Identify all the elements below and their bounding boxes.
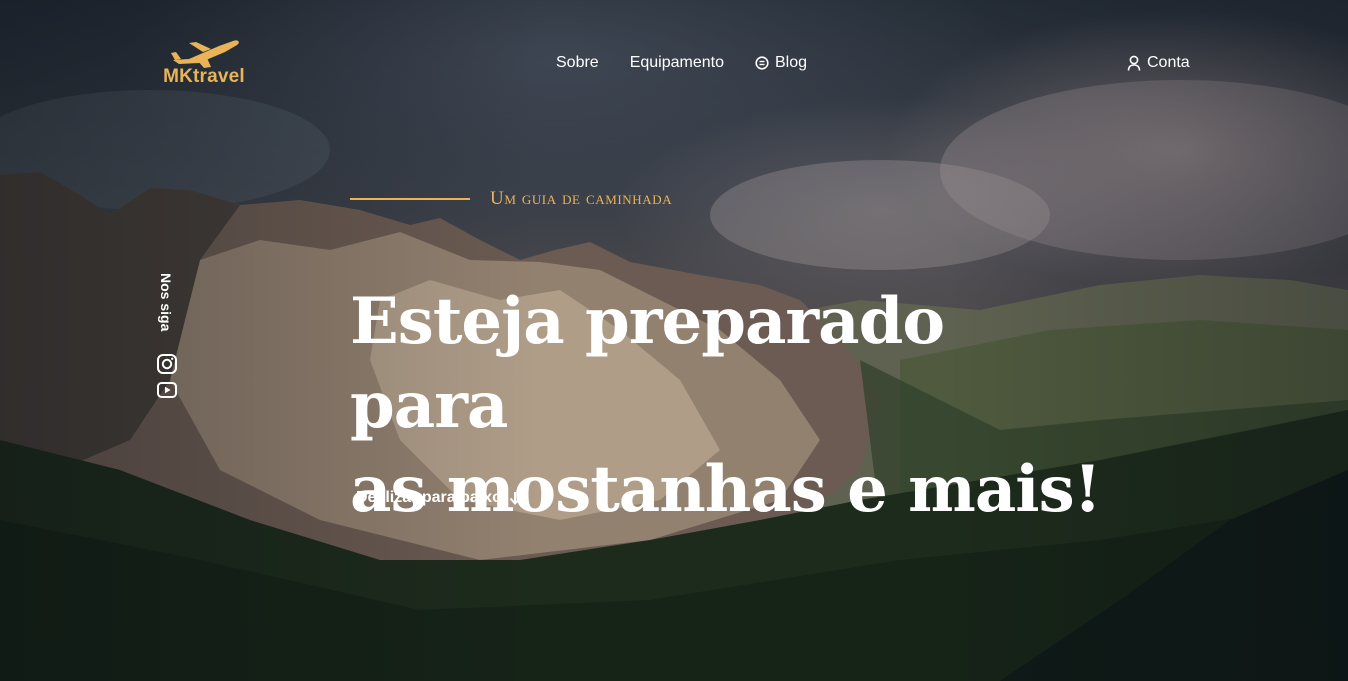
youtube-link[interactable] — [156, 379, 180, 401]
nav-item-sobre[interactable]: Sobre — [556, 52, 599, 74]
brand-name: MKtravel — [163, 66, 245, 87]
hero-section: MKtravel Sobre Equipamento Blog Conta No… — [0, 0, 1348, 681]
nav-item-blog[interactable]: Blog — [755, 52, 807, 74]
youtube-icon — [157, 382, 177, 398]
subtitle-divider — [350, 198, 470, 200]
main-nav: Sobre Equipamento Blog — [556, 52, 838, 74]
social-sidebar: Nos siga — [156, 273, 180, 401]
instagram-link[interactable] — [156, 353, 180, 375]
airplane-icon — [171, 40, 239, 68]
follow-label: Nos siga — [158, 273, 174, 332]
headline-line-1: Esteja preparado para — [350, 284, 945, 443]
account-label: Conta — [1147, 54, 1190, 71]
nav-item-label: Sobre — [556, 54, 599, 71]
subtitle-text: Um guia de caminhada — [490, 188, 673, 209]
scroll-down-link[interactable]: Deslizar para baixo — [356, 487, 521, 509]
nav-item-label: Blog — [775, 54, 808, 71]
arrow-down-icon — [509, 492, 521, 505]
account-link[interactable]: Conta — [1127, 52, 1190, 74]
logo-link[interactable]: MKtravel — [158, 34, 250, 92]
instagram-icon — [157, 354, 177, 374]
hero-subtitle: Um guia de caminhada — [350, 188, 672, 210]
user-icon — [1127, 55, 1141, 71]
blog-icon — [755, 56, 769, 70]
nav-item-equipamento[interactable]: Equipamento — [630, 52, 724, 74]
nav-item-label: Equipamento — [629, 54, 724, 71]
scroll-down-label: Deslizar para baixo — [356, 489, 502, 506]
